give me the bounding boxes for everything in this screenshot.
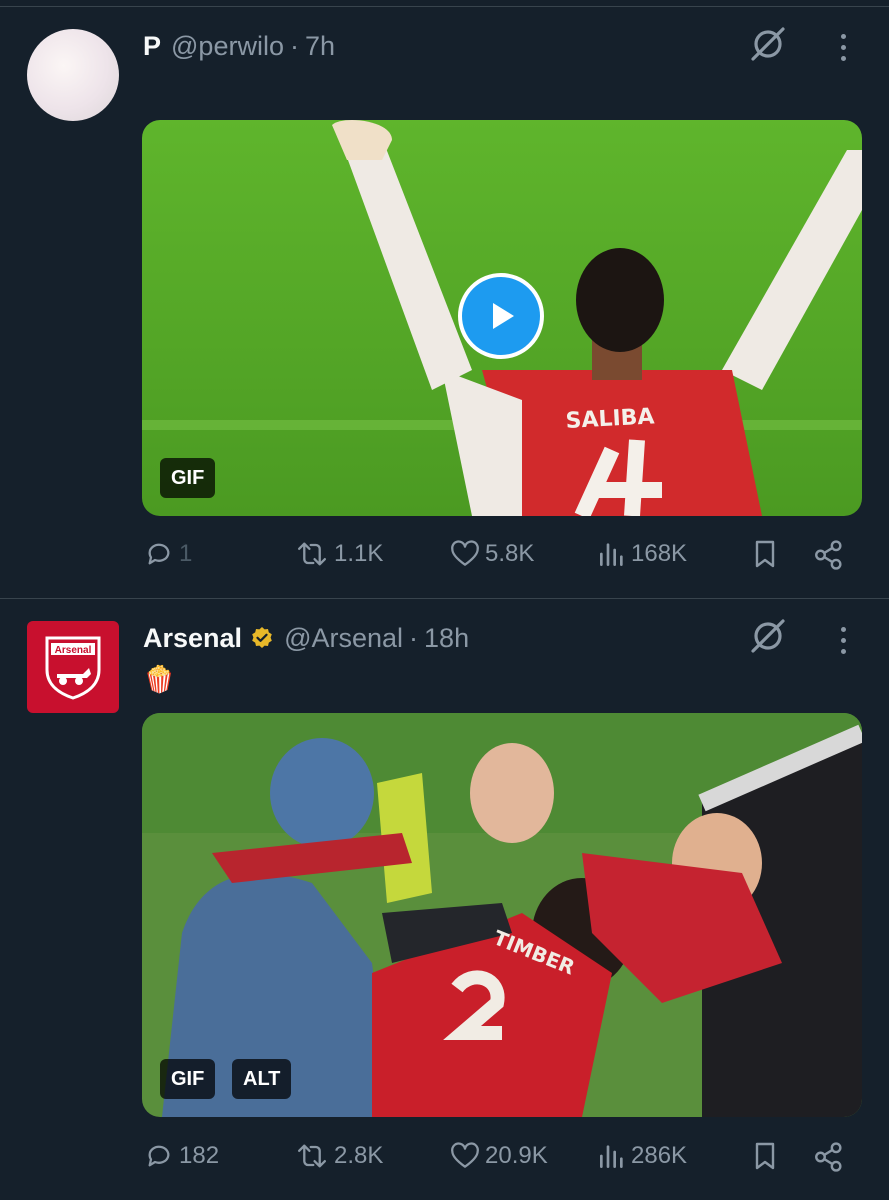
display-name[interactable]: P [143, 31, 161, 62]
retweet-count: 1.1K [334, 540, 384, 567]
tweet-actions: 182 2.8K 20.9K 286K [0, 1140, 889, 1180]
verified-icon [250, 626, 274, 650]
alt-badge[interactable]: ALT [232, 1059, 292, 1099]
retweet-icon [297, 1144, 327, 1168]
bookmark-button[interactable] [750, 538, 780, 570]
play-button[interactable] [458, 273, 544, 359]
tweet-header: P @perwilo · 7h [143, 26, 335, 66]
reply-icon [148, 1145, 170, 1167]
tweet-divider [0, 598, 889, 599]
top-divider [0, 6, 889, 7]
avatar[interactable]: Arsenal [27, 621, 119, 713]
more-icon[interactable] [828, 27, 858, 67]
views-icon [600, 543, 623, 566]
separator-dot: · [409, 622, 419, 653]
reply-button[interactable]: 1 [143, 538, 192, 570]
bookmark-button[interactable] [750, 1140, 780, 1172]
grok-icon[interactable] [748, 24, 788, 64]
reply-count: 182 [179, 1142, 220, 1169]
arsenal-crest-icon: Arsenal [45, 636, 101, 700]
views-icon [600, 1145, 623, 1168]
like-button[interactable]: 20.9K [449, 1140, 548, 1172]
views-count: 286K [631, 1142, 688, 1169]
crest-text: Arsenal [55, 645, 92, 656]
separator-dot: · [289, 30, 299, 61]
like-count: 5.8K [485, 540, 535, 567]
bookmark-icon [755, 540, 775, 568]
display-name[interactable]: Arsenal [143, 623, 242, 654]
retweet-button[interactable]: 1.1K [294, 538, 383, 570]
gif-badge: GIF [160, 1059, 216, 1099]
share-icon [815, 540, 842, 570]
retweet-count: 2.8K [334, 1142, 384, 1169]
user-handle[interactable]: @perwilo [171, 31, 284, 62]
reply-button[interactable]: 182 [143, 1140, 219, 1172]
jersey-name: SALIBA [565, 404, 655, 434]
views-button[interactable]: 286K [597, 1140, 687, 1172]
tweet-text: 🍿 [143, 664, 176, 694]
reply-count: 1 [179, 540, 193, 567]
retweet-icon [297, 542, 327, 566]
like-count: 20.9K [485, 1142, 548, 1169]
avatar[interactable] [27, 29, 119, 121]
like-icon [451, 540, 479, 566]
tweet-actions: 1 1.1K 5.8K 168K [0, 538, 889, 578]
views-button[interactable]: 168K [597, 538, 687, 570]
bookmark-icon [755, 1142, 775, 1170]
grok-icon[interactable] [748, 616, 788, 656]
tweet-header: Arsenal @Arsenal · 18h [143, 618, 469, 658]
gif-frame: TIMBER [142, 713, 862, 1117]
gif-badge: GIF [160, 458, 216, 498]
share-button[interactable] [812, 1140, 846, 1174]
retweet-button[interactable]: 2.8K [294, 1140, 383, 1172]
share-icon [815, 1142, 842, 1172]
timestamp[interactable]: 7h [305, 31, 335, 62]
play-icon [493, 303, 514, 329]
reply-icon [148, 543, 170, 565]
like-button[interactable]: 5.8K [449, 538, 534, 570]
share-button[interactable] [812, 538, 846, 572]
user-handle[interactable]: @Arsenal [284, 623, 403, 654]
more-icon[interactable] [828, 620, 858, 660]
timestamp[interactable]: 18h [424, 623, 469, 654]
views-count: 168K [631, 540, 688, 567]
tweet-media-gif[interactable]: SALIBA GIF [142, 120, 862, 516]
tweet-media-gif[interactable]: TIMBER GIF ALT [142, 713, 862, 1117]
like-icon [451, 1142, 479, 1168]
